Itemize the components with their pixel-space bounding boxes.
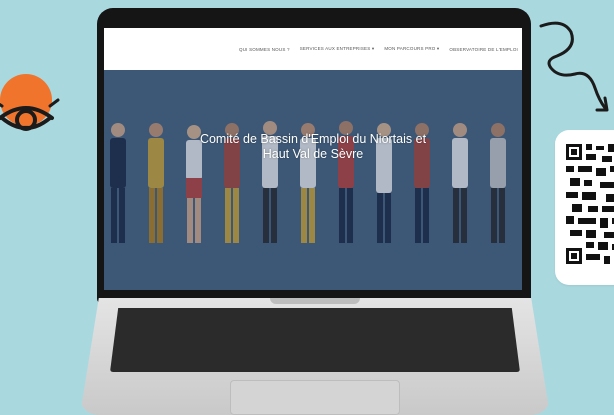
laptop-keyboard: [110, 308, 520, 372]
hero-title-line-2: Haut Val de Sèvre: [262, 147, 364, 161]
nav-item-services-entreprises[interactable]: SERVICES AUX ENTREPRISES ▾: [300, 46, 375, 52]
qr-code-icon: [566, 144, 614, 264]
hero-overlay: [104, 70, 522, 290]
qr-card: [555, 130, 614, 285]
hero-banner: Comité de Bassin d'Emploi du Niortais et…: [104, 70, 522, 290]
hero-title: Comité de Bassin d'Emploi du Niortais et…: [104, 132, 522, 162]
nav-item-parcours-pro[interactable]: MON PARCOURS PRO ▾: [384, 46, 439, 52]
eye-icon: [0, 74, 60, 131]
laptop-hinge: [270, 298, 360, 304]
laptop: QUI SOMMES NOUS ? SERVICES AUX ENTREPRIS…: [80, 8, 550, 415]
website-nav: QUI SOMMES NOUS ? SERVICES AUX ENTREPRIS…: [104, 28, 522, 70]
laptop-screen: QUI SOMMES NOUS ? SERVICES AUX ENTREPRIS…: [104, 28, 522, 290]
laptop-touchpad: [230, 380, 400, 415]
nav-item-qui-sommes-nous[interactable]: QUI SOMMES NOUS ?: [239, 47, 290, 52]
nav-item-observatoire[interactable]: OBSERVATOIRE DE L'EMPLOI: [449, 47, 518, 52]
hero-title-line-1: Comité de Bassin d'Emploi du Niortais et: [199, 132, 427, 146]
promo-visual: QUI SOMMES NOUS ? SERVICES AUX ENTREPRIS…: [0, 0, 614, 415]
